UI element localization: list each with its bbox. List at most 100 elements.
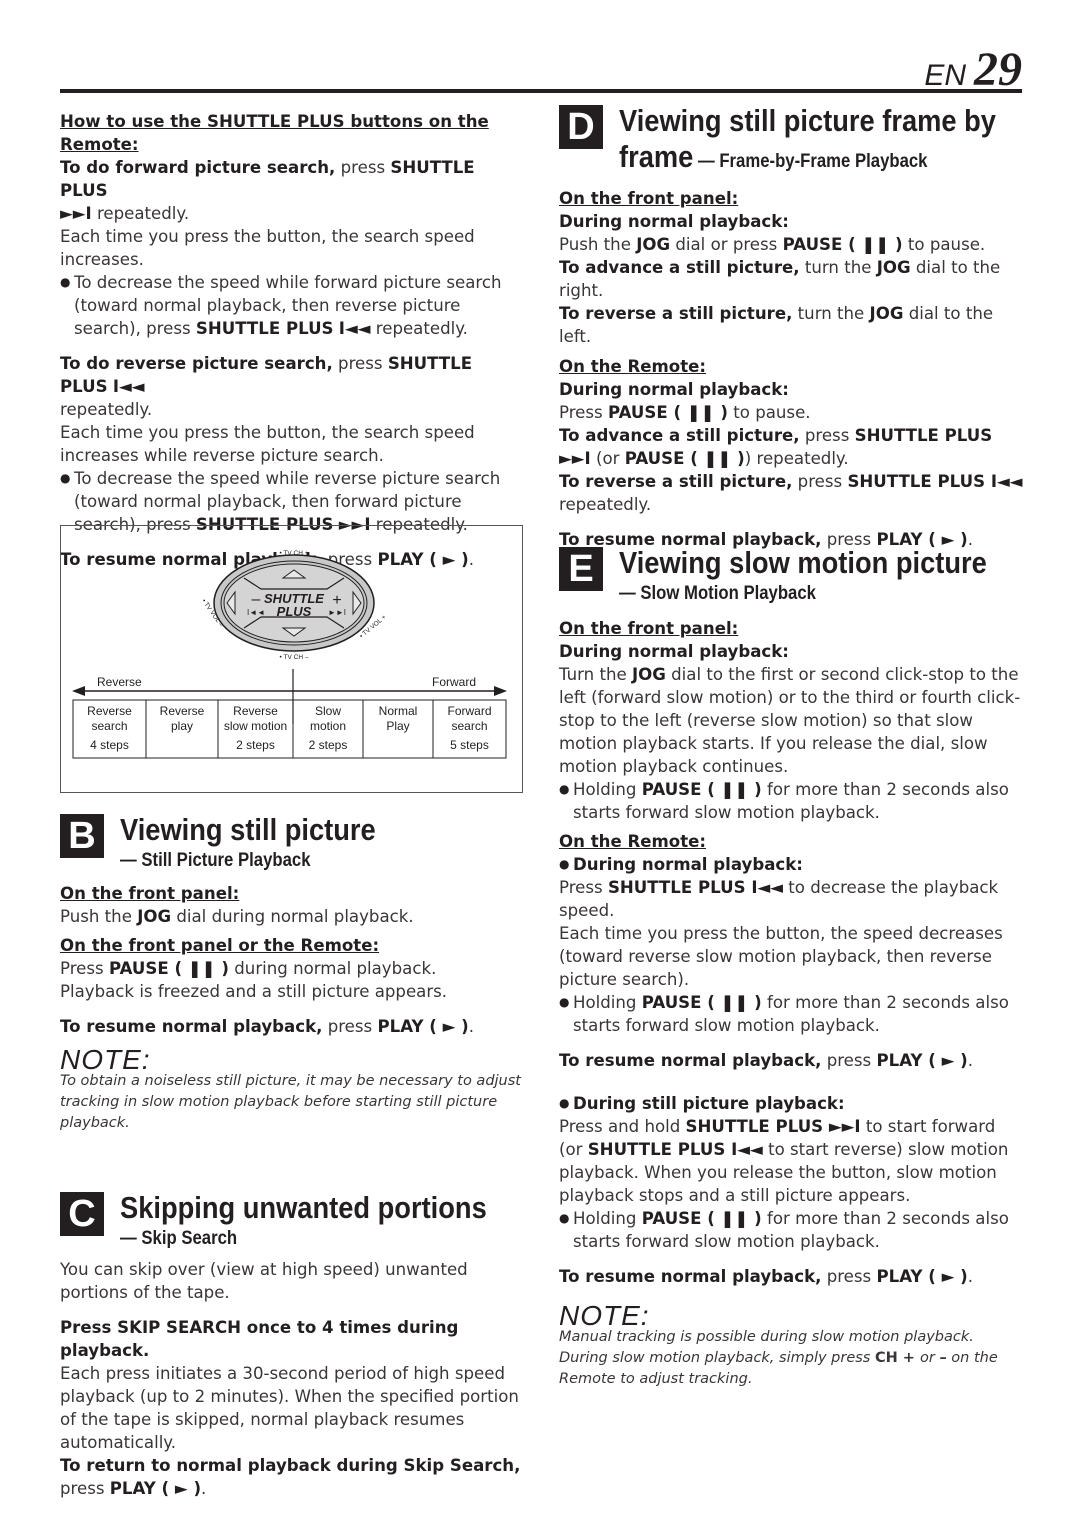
decrease-speed-instruction: Press SHUTTLE PLUS I◄◄ to decrease the p… <box>559 878 999 920</box>
press-pause-instruction: Press PAUSE ( ❚❚ ) to pause. <box>559 403 811 422</box>
reverse-arrowhead-icon <box>72 686 85 696</box>
forward-label: Forward <box>432 675 476 689</box>
header-rule <box>60 89 1022 93</box>
hold-pause-bullet: ● Holding PAUSE ( ❚❚ ) for more than 2 se… <box>559 1209 1009 1251</box>
rewind-icon: I◄◄ <box>338 319 371 338</box>
rewind-icon: I◄◄ <box>247 608 265 617</box>
section-e-subtitle: — Slow Motion Playback <box>619 583 816 604</box>
during-normal-bullet: ● During normal playback: <box>559 855 803 874</box>
mode-cell-line1: Slow <box>315 704 341 718</box>
section-c-title: Skipping unwanted portions <box>120 1190 487 1225</box>
mode-cell-line2: play <box>171 719 193 733</box>
mode-cell-line2: search <box>451 719 487 733</box>
reverse-jog-instruction: To reverse a still picture, turn the JOG… <box>559 304 994 346</box>
bullet-icon: ● <box>60 275 71 289</box>
bullet-icon: ● <box>559 782 570 796</box>
fast-forward-icon: ►►I <box>328 608 346 617</box>
section-d-subtitle: — Frame-by-Frame Playback <box>693 151 928 172</box>
section-b-subtitle: — Still Picture Playback <box>120 850 311 871</box>
rewind-icon: I◄◄ <box>112 377 145 396</box>
reverse-label: Reverse <box>97 675 142 689</box>
turn-jog-instruction: Turn the JOG dial to the first or second… <box>559 665 1021 776</box>
skip-press-line: Press SKIP SEARCH once to 4 times during… <box>60 1318 459 1360</box>
minus-sign: – <box>252 591 261 608</box>
forward-arrowhead-icon <box>494 686 507 696</box>
note-body: To obtain a noiseless still picture, it … <box>60 1073 521 1131</box>
remote-advance-instruction: To advance a still picture, press SHUTTL… <box>559 426 993 468</box>
skip-intro: You can skip over (view at high speed) u… <box>60 1260 468 1302</box>
hold-pause-bullet: ● Holding PAUSE ( ❚❚ ) for more than 2 se… <box>559 780 1009 822</box>
section-e-title: Viewing slow motion picture <box>619 545 987 580</box>
advance-jog-instruction: To advance a still picture, turn the JOG… <box>559 258 1001 300</box>
bullet-icon: ● <box>559 1211 570 1225</box>
front-panel-heading: On the front panel: <box>559 619 739 638</box>
mode-cell-steps: 4 steps <box>90 738 129 752</box>
front-or-remote-heading: On the front panel or the Remote: <box>60 936 380 955</box>
mode-cell: Reversesearch 4 steps <box>87 704 132 752</box>
mode-cell: Reverseplay <box>160 704 205 733</box>
press-pause-instruction: Press PAUSE ( ❚❚ ) during normal playbac… <box>60 959 437 978</box>
section-e: E Viewing slow motion picture — Slow Mot… <box>559 545 1024 1390</box>
section-b: B Viewing still picture — Still Picture … <box>60 812 525 1134</box>
mode-cell: Forwardsearch 5 steps <box>447 704 491 752</box>
front-panel-heading: On the front panel: <box>559 189 739 208</box>
resume-instruction: To resume normal playback, press PLAY ( … <box>60 1017 475 1036</box>
section-letter-c: C <box>60 1192 104 1236</box>
mode-cell-steps: 2 steps <box>309 738 348 752</box>
mode-cell-steps: 2 steps <box>236 738 275 752</box>
front-panel-heading: On the front panel: <box>60 884 240 903</box>
mode-cell-line2: Play <box>386 719 409 733</box>
section-d-title: Viewing still picture frame by <box>619 103 996 138</box>
plus-label: PLUS <box>277 604 312 619</box>
forward-search-bullet: ● To decrease the speed while forward pic… <box>60 273 502 338</box>
mode-cell-line2: motion <box>310 719 346 733</box>
mode-cell-line2: slow motion <box>224 719 287 733</box>
section-letter-e: E <box>559 547 603 591</box>
reverse-search-instruction: To do reverse picture search, press SHUT… <box>60 354 473 419</box>
shuttle-plus-diagram: SHUTTLE PLUS – + I◄◄ ►►I • TV CH + • TV … <box>60 525 523 793</box>
mode-cell: NormalPlay <box>379 704 418 733</box>
fast-forward-icon: ►►I <box>60 204 92 223</box>
mode-cell-line1: Reverse <box>87 704 132 718</box>
during-normal-heading: During normal playback: <box>559 380 789 399</box>
push-jog-instruction: Push the JOG dial during normal playback… <box>60 907 414 926</box>
push-jog-instruction: Push the JOG dial or press PAUSE ( ❚❚ ) … <box>559 235 986 254</box>
mode-cell-line1: Normal <box>379 704 418 718</box>
section-letter-b: B <box>60 814 104 858</box>
mode-cell-line1: Forward <box>447 704 491 718</box>
section-c-subtitle: — Skip Search <box>120 1228 238 1249</box>
return-instruction: To return to normal playback during Skip… <box>60 1456 521 1498</box>
remote-heading: On the Remote: <box>559 832 707 851</box>
bullet-icon: ● <box>559 857 570 871</box>
forward-search-speed: Each time you press the button, the sear… <box>60 227 475 269</box>
plus-sign: + <box>332 592 341 609</box>
skip-each-press: Each press initiates a 30-second period … <box>60 1364 519 1452</box>
during-normal-heading: During normal playback: <box>559 642 789 661</box>
mode-cell-line1: Reverse <box>233 704 278 718</box>
bullet-icon: ● <box>559 995 570 1009</box>
tv-ch-plus-label: • TV CH + <box>279 550 308 557</box>
section-letter-d: D <box>559 105 603 149</box>
mode-cell-steps: 5 steps <box>450 738 489 752</box>
note-body: Manual tracking is possible during slow … <box>559 1329 998 1387</box>
tv-ch-minus-label: • TV CH – <box>280 654 309 661</box>
note-heading: NOTE: <box>60 1044 151 1075</box>
decrease-each-text: Each time you press the button, the spee… <box>559 924 1003 989</box>
remote-heading: On the Remote: <box>559 357 707 376</box>
section-d-title-line2: frame <box>619 139 694 174</box>
mode-cell: Reverseslow motion 2 steps <box>224 704 287 752</box>
resume-instruction: To resume normal playback, press PLAY ( … <box>559 1051 974 1070</box>
mode-cell-line2: search <box>91 719 127 733</box>
bullet-icon: ● <box>559 1096 570 1110</box>
language-code: EN <box>924 59 966 92</box>
mode-cell: Slowmotion 2 steps <box>309 704 348 752</box>
still-playback-bullet: ● During still picture playback: <box>559 1094 845 1113</box>
section-b-title: Viewing still picture <box>120 812 376 847</box>
freeze-text: Playback is freezed and a still picture … <box>60 982 448 1001</box>
still-playback-instruction: Press and hold SHUTTLE PLUS ►►I to start… <box>559 1117 1009 1205</box>
reverse-search-speed: Each time you press the button, the sear… <box>60 423 475 465</box>
resume-instruction: To resume normal playback, press PLAY ( … <box>559 1267 974 1286</box>
note-heading: NOTE: <box>559 1300 650 1331</box>
mode-table <box>72 699 507 759</box>
shuttle-heading: How to use the SHUTTLE PLUS buttons on t… <box>60 112 489 154</box>
